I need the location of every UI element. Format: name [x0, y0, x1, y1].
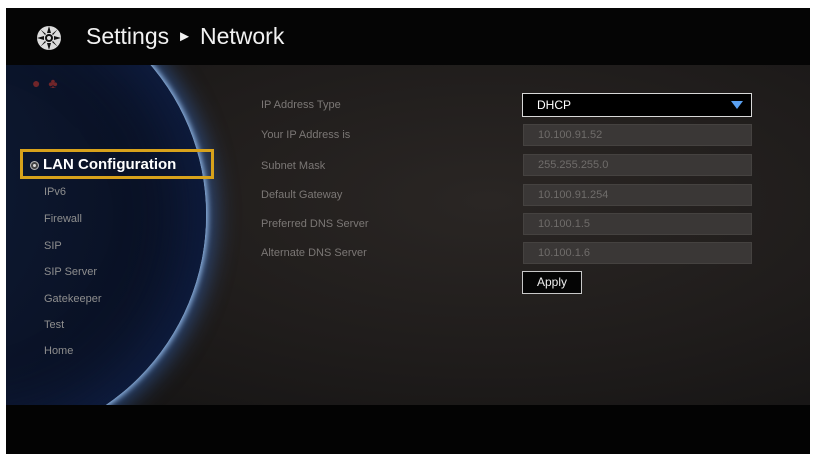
default-gateway-label: Default Gateway — [261, 189, 343, 201]
dropdown-arrow-icon — [731, 101, 743, 109]
main-panel: ● ♣ LAN Configuration IPv6 Firewall SIP … — [6, 65, 810, 405]
sidebar-item-sip[interactable]: SIP — [44, 240, 62, 252]
subnet-mask-label: Subnet Mask — [261, 160, 326, 172]
sidebar-item-sip-server[interactable]: SIP Server — [44, 266, 97, 278]
bottom-bar — [6, 405, 810, 454]
alternate-dns-field[interactable]: 10.100.1.6 — [523, 242, 752, 264]
breadcrumb-separator-icon: ► — [177, 28, 192, 45]
ip-type-label: IP Address Type — [261, 99, 341, 111]
preferred-dns-field[interactable]: 10.100.1.5 — [523, 213, 752, 235]
apply-button[interactable]: Apply — [522, 271, 582, 294]
settings-globe-icon — [37, 26, 61, 50]
sidebar-item-lan-configuration[interactable]: LAN Configuration — [20, 149, 214, 179]
sidebar-item-test[interactable]: Test — [44, 319, 64, 331]
page-title: Settings ► Network — [86, 21, 284, 55]
alternate-dns-label: Alternate DNS Server — [261, 247, 367, 259]
subnet-mask-field[interactable]: 255.255.255.0 — [523, 154, 752, 176]
ip-type-value: DHCP — [537, 98, 572, 112]
title-bar: Settings ► Network — [6, 8, 810, 65]
ip-address-label: Your IP Address is — [261, 129, 351, 141]
sidebar-item-home[interactable]: Home — [44, 345, 73, 357]
sidebar-item-firewall[interactable]: Firewall — [44, 213, 82, 225]
title-network: Network — [199, 23, 285, 49]
globe-decoration — [6, 65, 206, 405]
preferred-dns-label: Preferred DNS Server — [261, 218, 369, 230]
default-gateway-field[interactable]: 10.100.91.254 — [523, 184, 752, 206]
ip-type-dropdown[interactable]: DHCP — [522, 93, 752, 117]
title-settings: Settings — [86, 23, 170, 49]
sidebar-item-label: LAN Configuration — [43, 156, 177, 173]
settings-screen: Settings ► Network ● ♣ LAN Configuration I… — [6, 8, 810, 454]
sidebar-item-gatekeeper[interactable]: Gatekeeper — [44, 293, 101, 305]
globe-marker-icon: ● ♣ — [32, 75, 60, 91]
selected-bullet-icon — [30, 161, 39, 170]
sidebar-item-ipv6[interactable]: IPv6 — [44, 186, 66, 198]
ip-address-field[interactable]: 10.100.91.52 — [523, 124, 752, 146]
